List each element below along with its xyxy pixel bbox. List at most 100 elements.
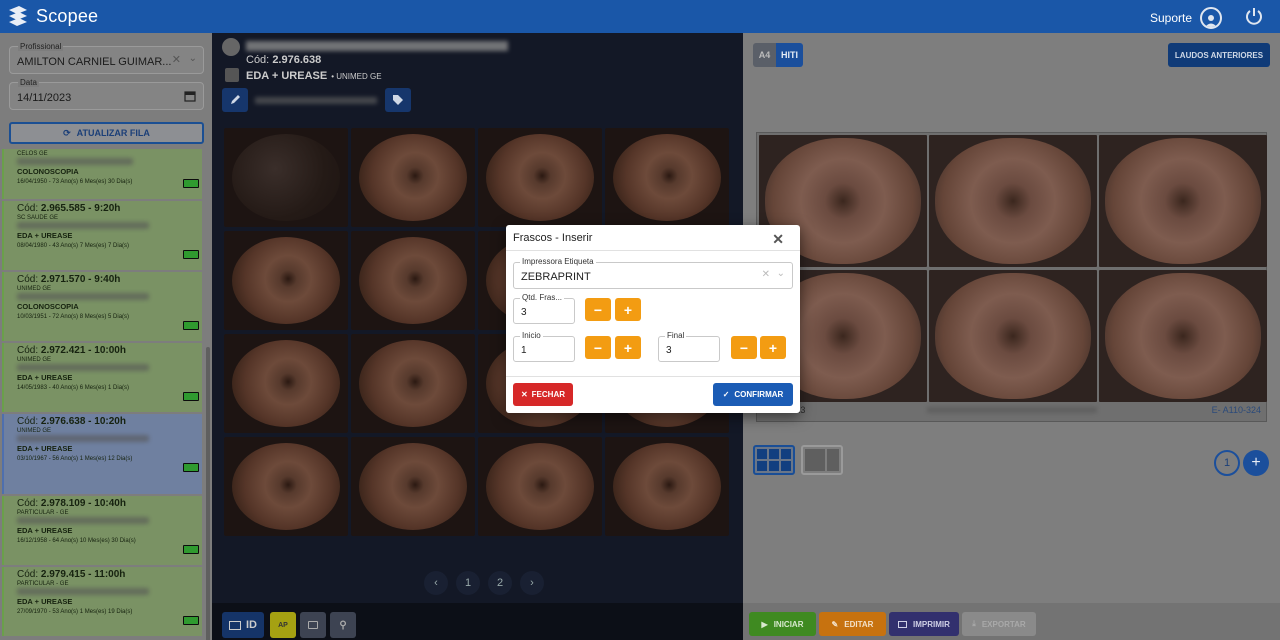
- next-page-button[interactable]: ›: [520, 571, 544, 595]
- preview-image-grid: [759, 135, 1267, 402]
- modal-title: Frascos - Inserir: [513, 231, 593, 244]
- profissional-label: Profissional: [18, 42, 64, 51]
- power-icon[interactable]: [1244, 6, 1264, 29]
- inicio-increment-button[interactable]: +: [615, 336, 641, 359]
- pencil-icon: [231, 95, 240, 104]
- fechar-label: FECHAR: [531, 390, 566, 399]
- page-count-badge[interactable]: 1: [1214, 450, 1240, 476]
- queue-insurer: UNIMED GE: [17, 357, 52, 363]
- report-text-redacted: [255, 97, 377, 104]
- queue-card[interactable]: Cód: 2.978.109 - 10:40h PARTICULAR - GE ED…: [2, 496, 202, 565]
- final-increment-button[interactable]: +: [760, 336, 786, 359]
- endoscopy-image[interactable]: [351, 334, 475, 433]
- queue-card[interactable]: CELOS GE COLONOSCOPIA 16/04/1950 - 73 Ano(…: [2, 149, 202, 199]
- previous-reports-button[interactable]: LAUDOS ANTERIORES: [1168, 43, 1270, 67]
- calendar-icon[interactable]: [184, 90, 196, 102]
- exportar-button[interactable]: ⤓ EXPORTAR: [962, 612, 1036, 636]
- endoscopy-image[interactable]: [478, 437, 602, 536]
- profissional-select[interactable]: Profissional AMILTON CARNIEL GUIMAR... ✕…: [9, 42, 204, 74]
- patient-name-redacted: [17, 293, 149, 300]
- ap-button[interactable]: AP: [270, 612, 296, 638]
- battery-icon: [183, 179, 199, 188]
- endoscopy-image[interactable]: [351, 128, 475, 227]
- preview-image[interactable]: [1099, 135, 1267, 267]
- preview-footer: 14/11/2023 E- A110-324: [761, 405, 1263, 415]
- queue-birth-info: 10/03/1951 - 72 Ano(s) 8 Mes(es) 5 Dia(s…: [17, 314, 130, 320]
- editar-button[interactable]: ✎ EDITAR: [819, 612, 886, 636]
- battery-icon: [183, 321, 199, 330]
- top-bar: Scopee Suporte: [0, 0, 1280, 33]
- hiti-toggle[interactable]: HITI: [776, 43, 803, 67]
- fechar-button[interactable]: ✕ FECHAR: [513, 383, 573, 406]
- patient-name-redacted: [17, 222, 149, 229]
- final-field[interactable]: Final 3: [658, 331, 720, 362]
- clear-icon[interactable]: ✕: [172, 53, 181, 66]
- endoscopy-image[interactable]: [224, 334, 348, 433]
- confirmar-button[interactable]: ✓ CONFIRMAR: [713, 383, 793, 406]
- preview-image[interactable]: [1099, 270, 1267, 402]
- endoscopy-image[interactable]: [224, 231, 348, 330]
- page-2-button[interactable]: 2: [488, 571, 512, 595]
- queue-card[interactable]: Cód: 2.965.585 - 9:20h SC SAUDE GE EDA + U…: [2, 201, 202, 270]
- page-1-button[interactable]: 1: [456, 571, 480, 595]
- grid-2-layout-button[interactable]: [801, 445, 843, 475]
- modal-footer-divider: [506, 376, 800, 377]
- queue-card[interactable]: Cód: 2.979.415 - 11:00h PARTICULAR - GE ED…: [2, 567, 202, 636]
- endoscopy-image[interactable]: [224, 437, 348, 536]
- queue-birth-info: 03/10/1967 - 56 Ano(s) 1 Mes(es) 12 Dia(…: [17, 456, 133, 462]
- support-menu[interactable]: Suporte: [1150, 7, 1222, 29]
- battery-icon: [183, 463, 199, 472]
- print-button[interactable]: [300, 612, 326, 638]
- queue-card[interactable]: Cód: 2.972.421 - 10:00h UNIMED GE EDA + UR…: [2, 343, 202, 412]
- inicio-decrement-button[interactable]: −: [585, 336, 611, 359]
- endoscopy-image[interactable]: [605, 128, 729, 227]
- id-button[interactable]: ID: [222, 612, 264, 638]
- clear-icon[interactable]: ✕: [762, 269, 770, 280]
- endoscopy-image[interactable]: [351, 231, 475, 330]
- prev-page-button[interactable]: ‹: [424, 571, 448, 595]
- queue-code: Cód: 2.979.415 - 11:00h: [17, 569, 126, 580]
- tag-button[interactable]: [385, 88, 411, 112]
- refresh-queue-button[interactable]: ⟳ ATUALIZAR FILA: [9, 122, 204, 144]
- imprimir-button[interactable]: IMPRIMIR: [889, 612, 959, 636]
- scopee-logo-icon: [9, 6, 27, 26]
- qtd-frascos-field[interactable]: Qtd. Fras... 3: [513, 293, 575, 324]
- date-field[interactable]: Data 14/11/2023: [9, 78, 204, 110]
- iniciar-button[interactable]: ▶ INICIAR: [749, 612, 816, 636]
- queue-card[interactable]: Cód: 2.976.638 - 10:20h UNIMED GE EDA + UR…: [2, 414, 202, 494]
- close-icon: ✕: [520, 390, 528, 399]
- final-decrement-button[interactable]: −: [731, 336, 757, 359]
- edit-button[interactable]: [222, 88, 248, 112]
- preview-image[interactable]: [929, 270, 1097, 402]
- patient-name-redacted: [17, 517, 149, 524]
- endoscopy-image[interactable]: [478, 128, 602, 227]
- add-page-button[interactable]: +: [1243, 450, 1269, 476]
- inicio-field[interactable]: Inicio 1: [513, 331, 575, 362]
- chevron-down-icon[interactable]: ⌄: [189, 53, 197, 64]
- edit-icon: ✎: [831, 619, 839, 629]
- qtd-decrement-button[interactable]: −: [585, 298, 611, 321]
- a4-toggle[interactable]: A4: [753, 43, 776, 67]
- queue-card[interactable]: Cód: 2.971.570 - 9:40h UNIMED GE COLONOSCO…: [2, 272, 202, 341]
- qtd-increment-button[interactable]: +: [615, 298, 641, 321]
- queue-scrollbar[interactable]: [206, 347, 210, 640]
- qtd-value: 3: [521, 307, 527, 318]
- chevron-down-icon[interactable]: ⌄: [777, 268, 785, 279]
- impressora-select[interactable]: Impressora Etiqueta ZEBRAPRINT ✕ ⌄: [513, 257, 793, 289]
- queue-insurer: SC SAUDE GE: [17, 215, 59, 221]
- queue-exam: EDA + UREASE: [17, 444, 73, 453]
- grid-6-layout-button[interactable]: [753, 445, 795, 475]
- app-name: Scopee: [36, 5, 99, 26]
- patient-name-redacted: [17, 588, 149, 595]
- grid-2-icon: [805, 449, 839, 471]
- preview-image[interactable]: [929, 135, 1097, 267]
- search-button[interactable]: ⚲: [330, 612, 356, 638]
- endoscopy-image[interactable]: [605, 437, 729, 536]
- endoscopy-image[interactable]: [351, 437, 475, 536]
- scopee-logo[interactable]: Scopee: [6, 4, 98, 28]
- endoscopy-image[interactable]: [224, 128, 348, 227]
- frascos-modal: Frascos - Inserir ✕ Impressora Etiqueta …: [506, 225, 800, 413]
- download-icon: ⤓: [972, 619, 976, 628]
- support-label: Suporte: [1149, 11, 1192, 25]
- close-icon[interactable]: ✕: [772, 231, 784, 248]
